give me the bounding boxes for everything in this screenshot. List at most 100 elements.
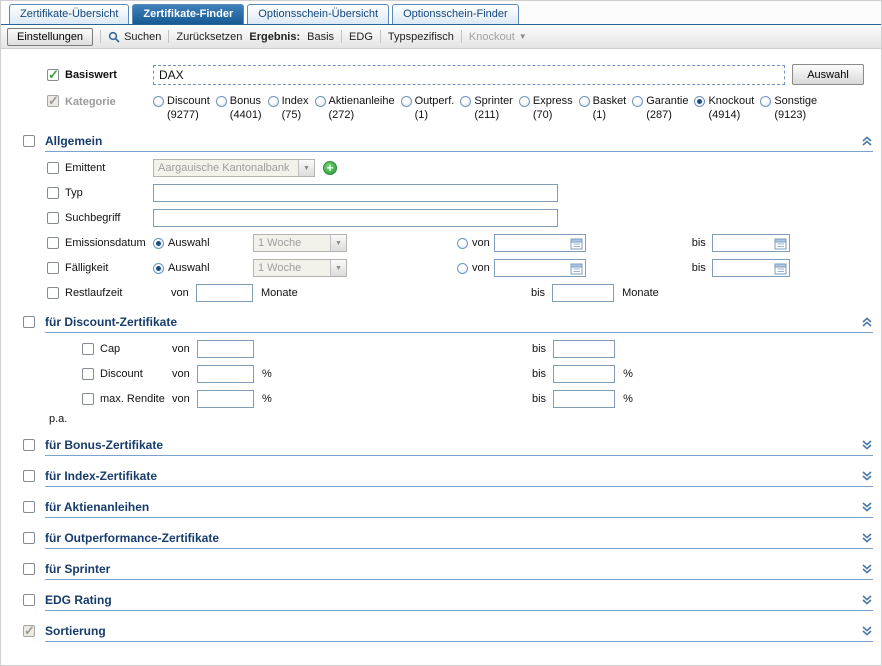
discount-checkbox[interactable] xyxy=(82,368,94,380)
faelligkeit-zeitraum-value: 1 Woche xyxy=(258,262,301,274)
suchbegriff-checkbox[interactable] xyxy=(47,212,59,224)
expand-down-icon[interactable] xyxy=(861,439,873,451)
kategorie-radio[interactable] xyxy=(216,96,227,107)
collapse-up-icon[interactable] xyxy=(861,316,873,328)
emissionsdatum-zeitraum-select: 1 Woche ▼ xyxy=(253,234,347,252)
collapse-up-icon[interactable] xyxy=(861,135,873,147)
emittent-checkbox[interactable] xyxy=(47,162,59,174)
section-checkbox[interactable] xyxy=(23,563,35,575)
discount-section-checkbox[interactable] xyxy=(23,316,35,328)
emissionsdatum-von-input[interactable] xyxy=(494,234,586,252)
restlaufzeit-von-input[interactable] xyxy=(196,284,253,302)
kategorie-radio[interactable] xyxy=(315,96,326,107)
restlaufzeit-checkbox[interactable] xyxy=(47,287,59,299)
tab-label: Optionsschein-Übersicht xyxy=(258,8,378,20)
add-emittent-icon[interactable]: + xyxy=(323,161,337,175)
restlaufzeit-bis-input[interactable] xyxy=(552,284,614,302)
kategorie-option-count: (211) xyxy=(474,109,513,121)
emissionsdatum-auswahl-radio[interactable] xyxy=(153,238,164,249)
ergebnis-basis-button[interactable]: Basis xyxy=(307,31,334,43)
kategorie-option[interactable]: Outperf. (1) xyxy=(401,95,455,121)
kategorie-option[interactable]: Index (75) xyxy=(268,95,309,121)
discount-bis-input[interactable] xyxy=(553,365,615,383)
kategorie-row: Kategorie Discount (9277) xyxy=(47,95,877,121)
expand-down-icon[interactable] xyxy=(861,532,873,544)
suchen-button[interactable]: Suchen xyxy=(108,31,161,43)
typ-input[interactable] xyxy=(153,184,558,202)
expand-down-icon[interactable] xyxy=(861,470,873,482)
faelligkeit-auswahl-radio[interactable] xyxy=(153,263,164,274)
faelligkeit-bis-input[interactable] xyxy=(712,259,790,277)
expand-down-icon[interactable] xyxy=(861,625,873,637)
ergebnis-edg-button[interactable]: EDG xyxy=(349,31,373,43)
suchbegriff-input[interactable] xyxy=(153,209,558,227)
calendar-icon[interactable] xyxy=(570,262,583,275)
restlaufzeit-label: Restlaufzeit xyxy=(65,287,153,299)
search-icon xyxy=(108,31,120,43)
section-checkbox[interactable] xyxy=(23,532,35,544)
kategorie-radio[interactable] xyxy=(153,96,164,107)
kategorie-radio[interactable] xyxy=(694,96,705,107)
kategorie-option[interactable]: Express (70) xyxy=(519,95,573,121)
kategorie-radio[interactable] xyxy=(401,96,412,107)
kategorie-option[interactable]: Discount (9277) xyxy=(153,95,210,121)
tab[interactable]: Optionsschein-Finder xyxy=(392,4,519,24)
tab[interactable]: Zertifikate-Finder xyxy=(132,4,244,24)
knockout-dropdown: Knockout ▼ xyxy=(469,31,527,43)
discount-von-input[interactable] xyxy=(197,365,254,383)
kategorie-radio[interactable] xyxy=(268,96,279,107)
calendar-icon[interactable] xyxy=(774,237,787,250)
allgemein-checkbox[interactable] xyxy=(23,135,35,147)
rendite-bis-input[interactable] xyxy=(553,390,615,408)
kategorie-radio[interactable] xyxy=(632,96,643,107)
kategorie-option-label: Bonus xyxy=(230,95,261,107)
kategorie-radio[interactable] xyxy=(519,96,530,107)
kategorie-option[interactable]: Aktienanleihe (272) xyxy=(315,95,395,121)
kategorie-option[interactable]: Bonus (4401) xyxy=(216,95,262,121)
faelligkeit-checkbox[interactable] xyxy=(47,262,59,274)
cap-bis-input[interactable] xyxy=(553,340,615,358)
basiswert-checkbox[interactable] xyxy=(47,69,59,81)
emissionsdatum-bis-input[interactable] xyxy=(712,234,790,252)
basiswert-input[interactable] xyxy=(153,65,785,85)
section-checkbox[interactable] xyxy=(23,470,35,482)
cap-bis-label: bis xyxy=(532,343,546,355)
zuruecksetzen-button[interactable]: Zurücksetzen xyxy=(176,31,242,43)
section-checkbox[interactable] xyxy=(23,439,35,451)
kategorie-option[interactable]: Sonstige (9123) xyxy=(760,95,817,121)
rendite-von-input[interactable] xyxy=(197,390,254,408)
kategorie-radio[interactable] xyxy=(579,96,590,107)
basiswert-auswahl-button[interactable]: Auswahl xyxy=(792,64,864,85)
typ-checkbox[interactable] xyxy=(47,187,59,199)
calendar-icon[interactable] xyxy=(570,237,583,250)
kategorie-option[interactable]: Knockout (4914) xyxy=(694,95,754,121)
emissionsdatum-checkbox[interactable] xyxy=(47,237,59,249)
tab[interactable]: Zertifikate-Übersicht xyxy=(9,4,129,24)
toolbar-separator xyxy=(341,30,342,43)
expand-down-icon[interactable] xyxy=(861,594,873,606)
section-checkbox[interactable] xyxy=(23,594,35,606)
cap-checkbox[interactable] xyxy=(82,343,94,355)
kategorie-option[interactable]: Sprinter (211) xyxy=(460,95,513,121)
cap-von-input[interactable] xyxy=(197,340,254,358)
tab[interactable]: Optionsschein-Übersicht xyxy=(247,4,389,24)
section-checkbox[interactable] xyxy=(23,625,35,637)
emissionsdatum-zeitraum-value: 1 Woche xyxy=(258,237,301,249)
faelligkeit-von-input[interactable] xyxy=(494,259,586,277)
calendar-icon[interactable] xyxy=(774,262,787,275)
faelligkeit-von-radio[interactable] xyxy=(457,263,468,274)
kategorie-radio[interactable] xyxy=(460,96,471,107)
kategorie-option[interactable]: Basket (1) xyxy=(579,95,627,121)
faelligkeit-bis-label: bis xyxy=(692,262,706,274)
collapsed-sections: für Bonus-Zertifikate für Index-Zertifik… xyxy=(7,438,877,642)
expand-down-icon[interactable] xyxy=(861,563,873,575)
expand-down-icon[interactable] xyxy=(861,501,873,513)
kategorie-radio[interactable] xyxy=(760,96,771,107)
emissionsdatum-von-radio[interactable] xyxy=(457,238,468,249)
section-checkbox[interactable] xyxy=(23,501,35,513)
kategorie-option[interactable]: Garantie (287) xyxy=(632,95,688,121)
einstellungen-button[interactable]: Einstellungen xyxy=(7,28,93,46)
rendite-checkbox[interactable] xyxy=(82,393,94,405)
certificate-finder-app: Zertifikate-Übersicht Zertifikate-Finder… xyxy=(0,0,882,666)
ergebnis-typspezifisch-button[interactable]: Typspezifisch xyxy=(388,31,454,43)
